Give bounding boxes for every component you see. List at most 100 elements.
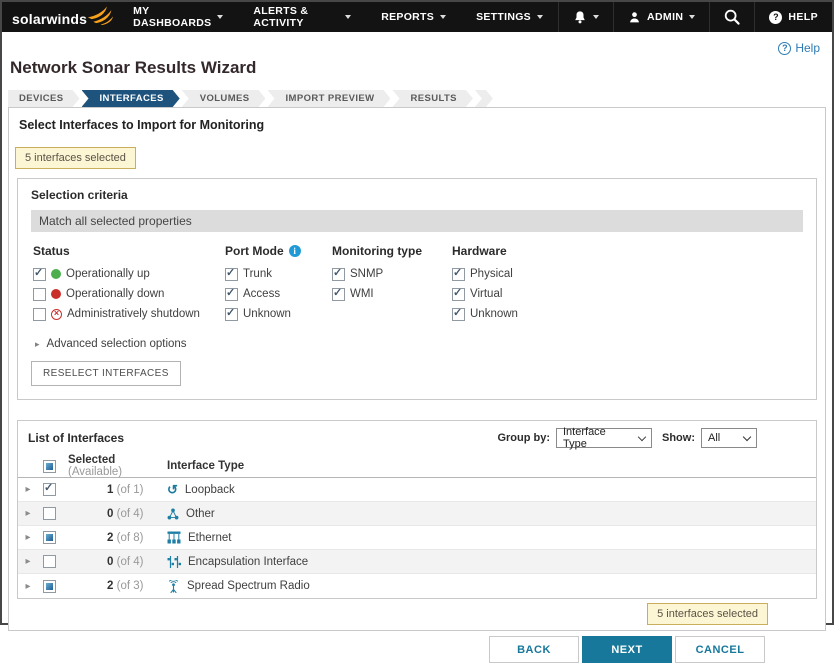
page-help-link[interactable]: ? Help [778, 40, 820, 56]
step-label: IMPORT PREVIEW [285, 93, 374, 104]
row-checkbox[interactable] [43, 507, 56, 520]
row-checkbox[interactable] [43, 483, 56, 496]
chevron-down-icon [593, 15, 599, 19]
selection-criteria-title: Selection criteria [31, 188, 803, 202]
criteria-item-label: Trunk [243, 268, 272, 280]
table-row: 1 (of 1) Loopback [18, 478, 816, 502]
step-interfaces[interactable]: INTERFACES [82, 90, 180, 107]
row-checkbox[interactable] [43, 555, 56, 568]
advanced-options-label: Advanced selection options [47, 338, 187, 350]
expand-arrow-icon[interactable] [25, 581, 30, 592]
trunk-checkbox[interactable] [225, 268, 238, 281]
selection-criteria-box: Selection criteria Match all selected pr… [17, 178, 817, 400]
criteria-item: Operationally down [33, 287, 225, 301]
selected-count-badge: 5 interfaces selected [647, 603, 768, 625]
criteria-item-label: Operationally up [66, 268, 150, 280]
operationally-up-checkbox[interactable] [33, 268, 46, 281]
criteria-item-label: Operationally down [66, 288, 164, 300]
row-checkbox[interactable] [43, 580, 56, 593]
show-select[interactable]: All [701, 428, 757, 448]
admin-label: ADMIN [647, 11, 683, 23]
physical-checkbox[interactable] [452, 268, 465, 281]
menu-settings[interactable]: SETTINGS [461, 2, 558, 32]
available-count: (of 1) [117, 484, 144, 496]
expand-arrow-icon[interactable] [25, 508, 30, 519]
main-menu: MY DASHBOARDS ALERTS & ACTIVITY REPORTS … [118, 2, 558, 32]
advanced-selection-options-expander[interactable]: Advanced selection options [35, 338, 803, 350]
encapsulation-icon [167, 556, 181, 568]
match-properties-bar: Match all selected properties [31, 210, 803, 232]
criteria-column-status: Status Operationally up Operationally do… [33, 244, 225, 327]
back-button[interactable]: BACK [489, 636, 579, 663]
step-label: RESULTS [410, 93, 456, 104]
interface-type-label: Spread Spectrum Radio [187, 580, 310, 592]
bottom-badge-row: 5 interfaces selected [9, 599, 825, 627]
expand-arrow-icon [35, 339, 40, 350]
chevron-down-icon [638, 432, 646, 440]
step-volumes[interactable]: VOLUMES [182, 90, 266, 107]
criteria-item: Trunk [225, 267, 332, 281]
column-heading: Status [33, 244, 225, 258]
port-unknown-checkbox[interactable] [225, 308, 238, 321]
selected-count: 2 [107, 580, 113, 592]
notifications-button[interactable] [558, 2, 613, 32]
help-label: HELP [788, 11, 818, 23]
step-import-preview[interactable]: IMPORT PREVIEW [267, 90, 390, 107]
solarwinds-logo[interactable]: solarwinds [2, 2, 118, 32]
menu-my-dashboards[interactable]: MY DASHBOARDS [118, 2, 238, 32]
reselect-interfaces-button[interactable]: RESELECT INTERFACES [31, 361, 181, 386]
selected-count: 2 [107, 532, 113, 544]
step-label: VOLUMES [200, 93, 250, 104]
help-button[interactable]: ? HELP [754, 2, 832, 32]
column-available: (Available) [68, 466, 122, 478]
status-down-icon [51, 289, 61, 299]
search-button[interactable] [709, 2, 754, 32]
other-icon [167, 508, 179, 520]
top-nav-bar: solarwinds MY DASHBOARDS ALERTS & ACTIVI… [2, 2, 832, 32]
select-all-checkbox[interactable] [43, 460, 56, 473]
step-results[interactable]: RESULTS [392, 90, 472, 107]
menu-label: SETTINGS [476, 11, 531, 23]
list-of-interfaces-box: List of Interfaces Group by: Interface T… [17, 420, 817, 599]
expand-arrow-icon[interactable] [25, 532, 30, 543]
list-title: List of Interfaces [28, 431, 124, 445]
operationally-down-checkbox[interactable] [33, 288, 46, 301]
row-checkbox[interactable] [43, 531, 56, 544]
hardware-unknown-checkbox[interactable] [452, 308, 465, 321]
topbar-right-cluster: ADMIN ? HELP [558, 2, 832, 32]
column-heading: Hardware [452, 244, 602, 258]
info-icon[interactable]: i [289, 245, 301, 257]
list-header: List of Interfaces Group by: Interface T… [18, 421, 816, 455]
next-button[interactable]: NEXT [582, 636, 672, 663]
menu-reports[interactable]: REPORTS [366, 2, 461, 32]
expand-arrow-icon[interactable] [25, 556, 30, 567]
criteria-item-label: Unknown [470, 308, 518, 320]
cancel-button[interactable]: CANCEL [675, 636, 765, 663]
wizard-content-panel: Select Interfaces to Import for Monitori… [8, 107, 826, 631]
column-heading: Port Mode [225, 244, 284, 258]
section-heading: Select Interfaces to Import for Monitori… [19, 118, 825, 132]
virtual-checkbox[interactable] [452, 288, 465, 301]
step-devices[interactable]: DEVICES [8, 90, 80, 107]
admin-menu-button[interactable]: ADMIN [613, 2, 709, 32]
snmp-checkbox[interactable] [332, 268, 345, 281]
criteria-item: Unknown [225, 307, 332, 321]
solarwinds-flame-icon [87, 5, 114, 26]
criteria-item: Unknown [452, 307, 602, 321]
available-count: (of 3) [117, 580, 144, 592]
user-icon [628, 11, 641, 24]
menu-label: ALERTS & ACTIVITY [253, 5, 339, 29]
ethernet-icon [167, 531, 181, 544]
menu-alerts-activity[interactable]: ALERTS & ACTIVITY [238, 2, 366, 32]
show-label: Show: [662, 432, 695, 444]
step-label: DEVICES [19, 93, 64, 104]
wmi-checkbox[interactable] [332, 288, 345, 301]
expand-arrow-icon[interactable] [25, 484, 30, 495]
group-by-select[interactable]: Interface Type [556, 428, 652, 448]
access-checkbox[interactable] [225, 288, 238, 301]
search-icon [723, 8, 741, 26]
available-count: (of 4) [117, 508, 144, 520]
criteria-item-label: SNMP [350, 268, 383, 280]
criteria-item-label: Virtual [470, 288, 502, 300]
administratively-shutdown-checkbox[interactable] [33, 308, 46, 321]
